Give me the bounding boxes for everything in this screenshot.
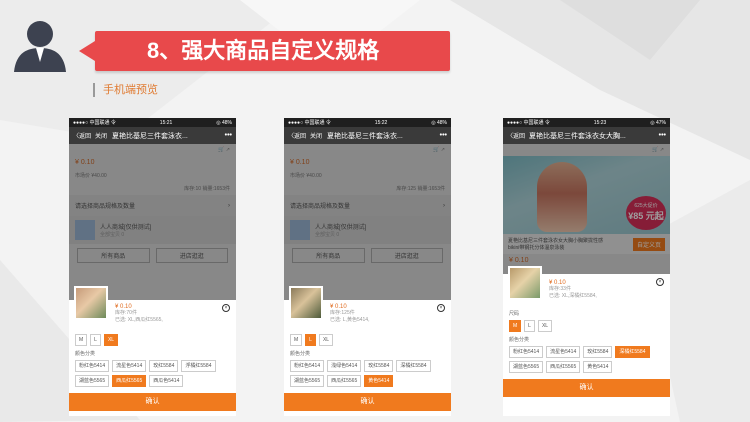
time-label: 15:22	[374, 119, 388, 126]
carrier-label: ●●●●○ 中国联通 令	[73, 120, 116, 126]
color-chip[interactable]: 西瓜红5565	[112, 375, 147, 387]
sheet-selected: 已选: XL,西瓜红5565,	[115, 317, 163, 323]
sheet-selected: 已选: XL,深橘红5584,	[549, 293, 597, 299]
carrier-label: ●●●●○ 中国联通 令	[507, 120, 550, 126]
color-label: 颜色分类	[290, 351, 311, 357]
color-chip[interactable]: 粉红色5414	[290, 360, 325, 372]
color-chip[interactable]: 黄色5414	[583, 361, 613, 373]
phone-preview-1: ●●●●○ 中国联通 令 15:21 ◎ 48% 〈返回 关闭 夏艳比基尼三件套…	[69, 118, 236, 416]
user-avatar-icon	[14, 21, 66, 72]
size-chip[interactable]: L	[305, 334, 316, 346]
color-chip[interactable]: 玫红5584	[149, 360, 179, 372]
size-chip[interactable]: M	[290, 334, 303, 346]
size-chip[interactable]: XL	[318, 334, 334, 346]
sheet-stock: 库存:125件	[330, 310, 355, 316]
product-page-background: 🛒 ↗ 625大促价 ¥85 元起 夏艳比基尼三件套泳衣女大胸小胸聚拢性感bik…	[503, 144, 670, 274]
color-chip[interactable]: 西瓜红5565	[546, 361, 581, 373]
nav-bar: 〈返回 夏艳比基尼三件套泳衣女大胸... •••	[503, 127, 670, 144]
slide-title: 8、强大商品自定义规格	[79, 31, 450, 71]
nav-title: 夏艳比基尼三件套泳衣...	[112, 132, 188, 140]
size-chip[interactable]: XL	[103, 334, 119, 346]
color-chip[interactable]: 西瓜红5565	[327, 375, 362, 387]
color-chip[interactable]: 深橘红5584	[615, 346, 650, 358]
color-label: 颜色分类	[75, 351, 96, 357]
size-chip[interactable]: L	[90, 334, 101, 346]
close-button[interactable]: 关闭	[95, 131, 107, 140]
close-button[interactable]: 关闭	[310, 131, 322, 140]
size-chip[interactable]: L	[524, 320, 535, 332]
product-thumbnail	[74, 286, 108, 320]
close-icon[interactable]: ×	[437, 304, 445, 312]
color-chip[interactable]: 湖蓝色5565	[75, 375, 110, 387]
product-thumbnail	[508, 266, 542, 300]
color-chip[interactable]: 玫红5584	[583, 346, 613, 358]
nav-bar: 〈返回 关闭 夏艳比基尼三件套泳衣... •••	[69, 127, 236, 144]
size-chip[interactable]: M	[75, 334, 88, 346]
back-button[interactable]: 〈返回	[507, 131, 525, 140]
time-label: 15:21	[159, 119, 173, 126]
battery-label: ◎ 48%	[216, 119, 232, 126]
carrier-label: ●●●●○ 中国联通 令	[288, 120, 331, 126]
status-bar: ●●●●○ 中国联通 令 15:22 ◎ 48%	[284, 118, 451, 127]
color-chip[interactable]: 深橘红5584	[396, 360, 431, 372]
phone-preview-3: ●●●●○ 中国联通 令 15:23 ◎ 47% 〈返回 夏艳比基尼三件套泳衣女…	[503, 118, 670, 416]
color-chip[interactable]: 流星色5414	[546, 346, 581, 358]
color-chip[interactable]: 湖蓝色5565	[509, 361, 544, 373]
sheet-stock: 库存:70件	[115, 310, 137, 316]
spec-sheet: × ¥ 0.10 库存:33件 已选: XL,深橘红5584, 尺码 M L X…	[503, 266, 670, 397]
color-chip[interactable]: 粉红色5414	[509, 346, 544, 358]
spec-sheet: × ¥ 0.10 库存:125件 已选: L,黄色5414, M L XL 颜色…	[284, 286, 451, 411]
color-chip[interactable]: 浅绿色5414	[327, 360, 362, 372]
more-menu-button[interactable]: •••	[225, 132, 232, 139]
product-page-background: 🛒 ↗ ¥ 0.10 市场价 ¥40.00 库存:10 销量:1653件 请选择…	[69, 144, 236, 300]
confirm-button[interactable]: 确认	[69, 393, 236, 411]
color-chip[interactable]: 流星色5414	[112, 360, 147, 372]
size-chip[interactable]: M	[509, 320, 522, 332]
color-chip[interactable]: 粉红色5414	[75, 360, 110, 372]
time-label: 15:23	[593, 119, 607, 126]
size-chip[interactable]: XL	[537, 320, 553, 332]
color-label: 颜色分类	[509, 337, 530, 343]
status-bar: ●●●●○ 中国联通 令 15:23 ◎ 47%	[503, 118, 670, 127]
color-chip[interactable]: 西瓜色5414	[149, 375, 184, 387]
color-chip[interactable]: 浮橘红5584	[181, 360, 216, 372]
product-page-background: 🛒 ↗ ¥ 0.10 市场价 ¥40.00 库存:125 销量:1653件 请选…	[284, 144, 451, 300]
color-chip[interactable]: 黄色5414	[364, 375, 394, 387]
nav-title: 夏艳比基尼三件套泳衣女大胸...	[529, 132, 626, 140]
color-chip[interactable]: 湖蓝色5565	[290, 375, 325, 387]
phone-preview-2: ●●●●○ 中国联通 令 15:22 ◎ 48% 〈返回 关闭 夏艳比基尼三件套…	[284, 118, 451, 416]
confirm-button[interactable]: 确认	[284, 393, 451, 411]
sheet-selected: 已选: L,黄色5414,	[330, 317, 370, 323]
nav-bar: 〈返回 关闭 夏艳比基尼三件套泳衣... •••	[284, 127, 451, 144]
close-icon[interactable]: ×	[656, 278, 664, 286]
back-button[interactable]: 〈返回	[288, 131, 306, 140]
confirm-button[interactable]: 确认	[503, 379, 670, 397]
spec-sheet: × ¥ 0.10 库存:70件 已选: XL,西瓜红5565, M L XL 颜…	[69, 286, 236, 411]
dim-overlay[interactable]	[503, 144, 670, 274]
more-menu-button[interactable]: •••	[440, 132, 447, 139]
product-thumbnail	[289, 286, 323, 320]
nav-title: 夏艳比基尼三件套泳衣...	[327, 132, 403, 140]
dim-overlay[interactable]	[69, 144, 236, 300]
battery-label: ◎ 48%	[431, 119, 447, 126]
slide-subtitle: 手机端预览	[93, 83, 158, 97]
dim-overlay[interactable]	[284, 144, 451, 300]
back-button[interactable]: 〈返回	[73, 131, 91, 140]
battery-label: ◎ 47%	[650, 119, 666, 126]
more-menu-button[interactable]: •••	[659, 132, 666, 139]
close-icon[interactable]: ×	[222, 304, 230, 312]
color-chip[interactable]: 玫红5584	[364, 360, 394, 372]
status-bar: ●●●●○ 中国联通 令 15:21 ◎ 48%	[69, 118, 236, 127]
sheet-stock: 库存:33件	[549, 286, 571, 292]
size-label: 尺码	[509, 311, 520, 317]
